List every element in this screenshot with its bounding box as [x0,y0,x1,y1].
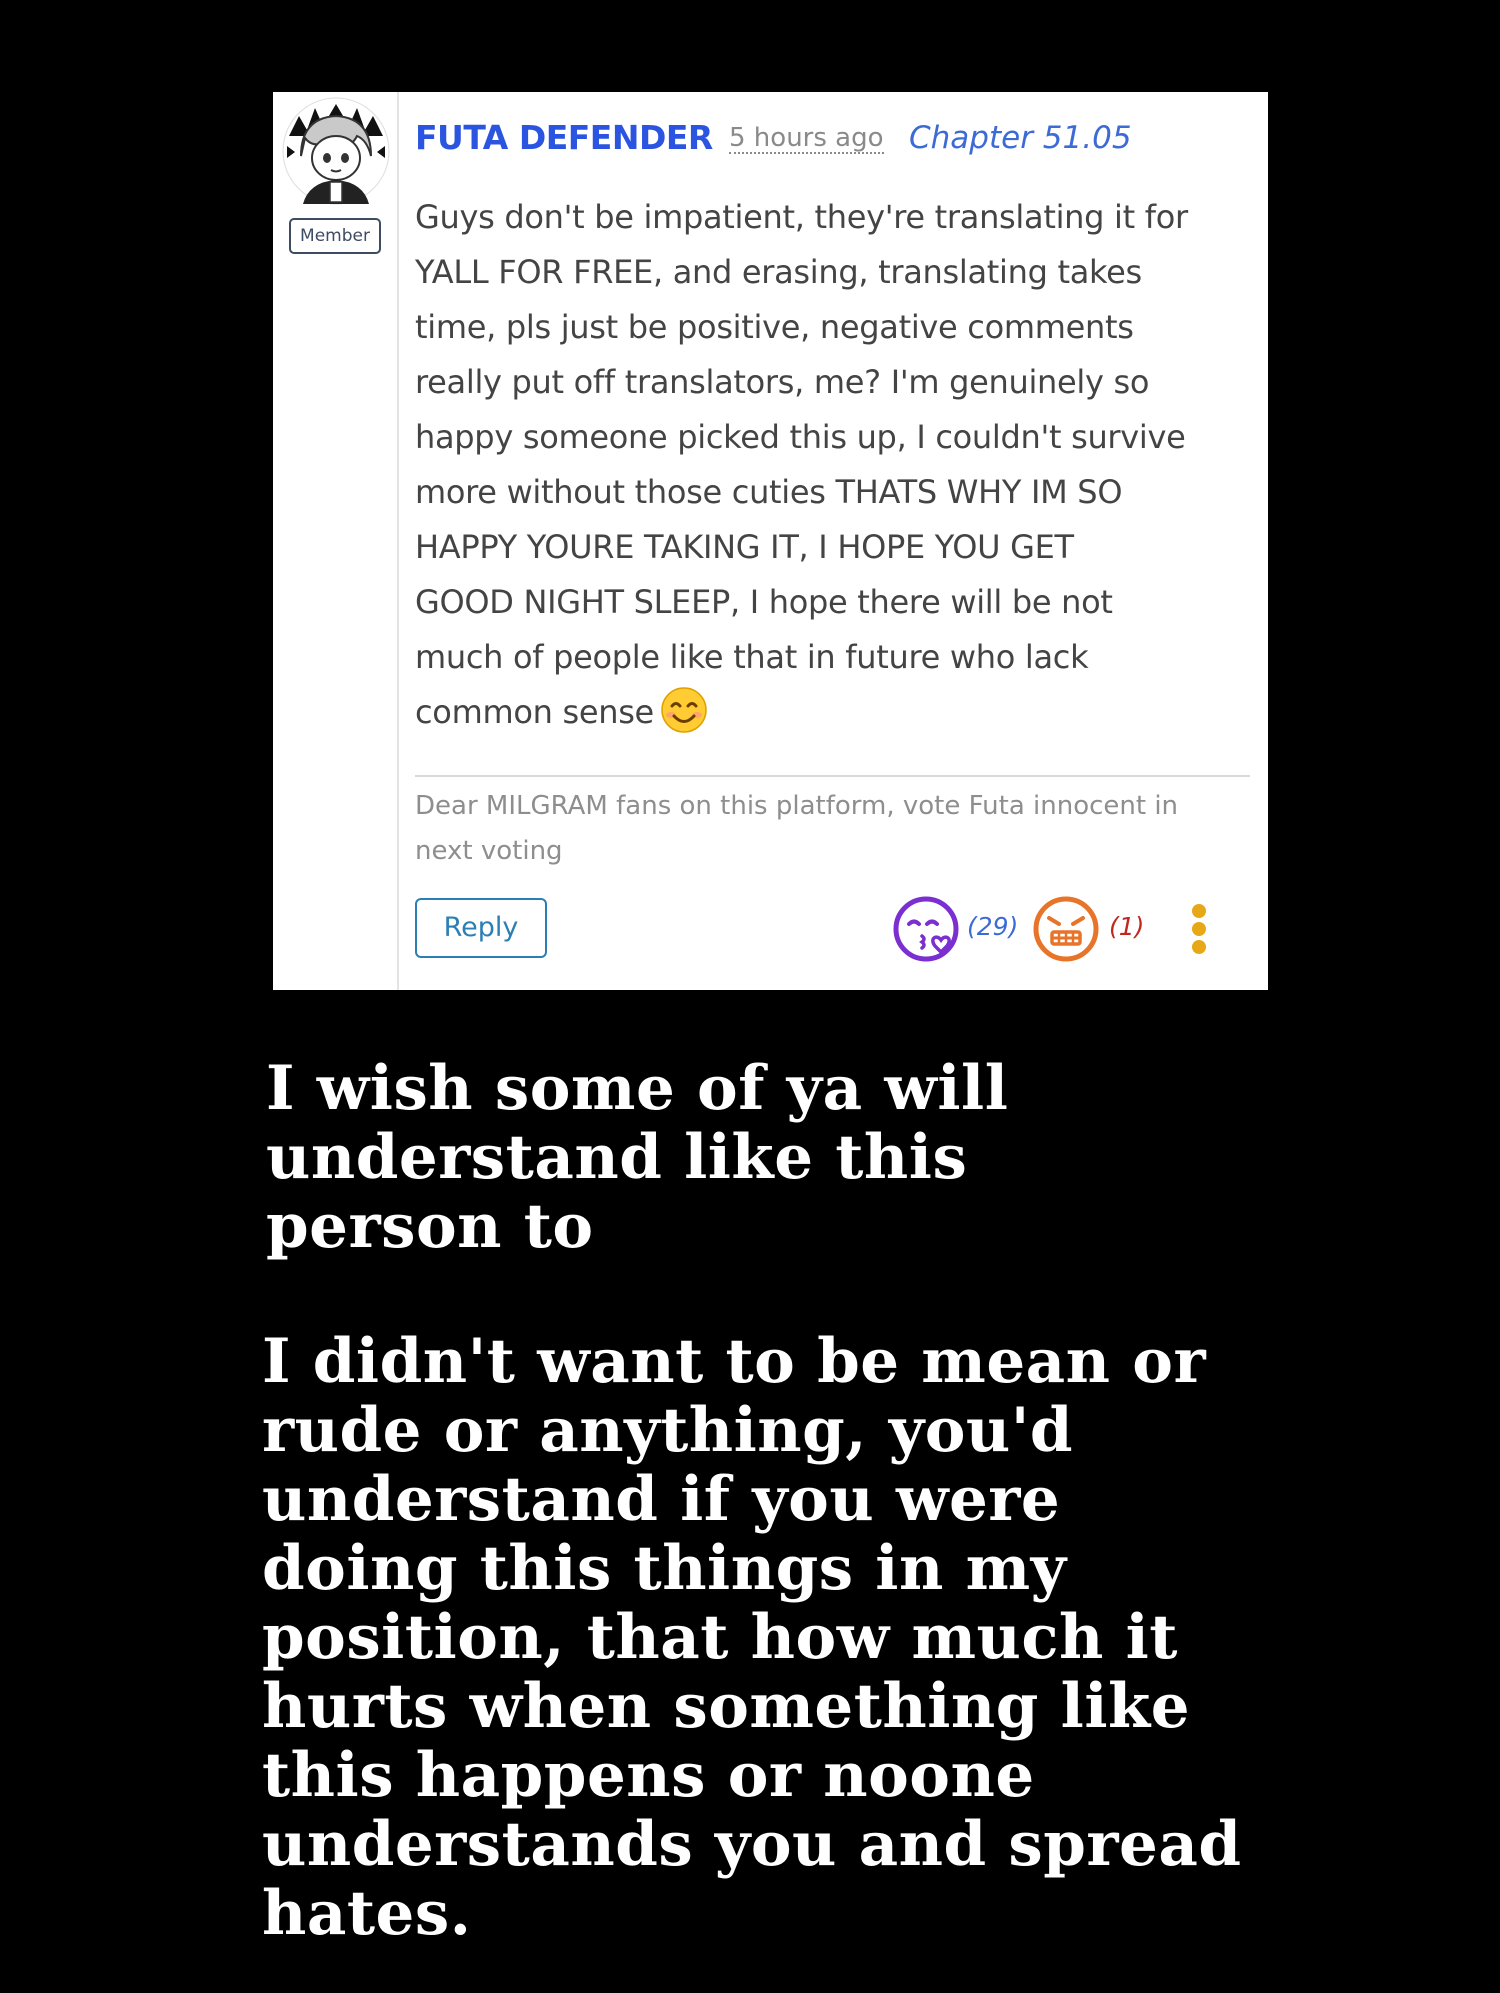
comment-line: Guys don't be impatient, they're transla… [415,198,1188,236]
comment-line: really put off translators, me? I'm genu… [415,363,1150,401]
caption-line: understand like this [266,1122,968,1193]
angry-face-icon [1033,896,1099,962]
love-reaction-count: (29) [967,912,1019,941]
dot [1192,904,1206,918]
caption-line: hates. [262,1878,472,1949]
comment-line: much of people like that in future who l… [415,638,1089,676]
signature-divider [415,775,1250,777]
caption-line: rude or anything, you'd [262,1395,1074,1466]
love-reaction-button[interactable]: (29) [893,894,1021,964]
caption-line: I didn't want to be mean or [262,1326,1207,1397]
reply-button[interactable]: Reply [415,898,547,958]
caption-line: I wish some of ya will [266,1053,1009,1124]
comment-timestamp: 5 hours ago [729,123,884,154]
comment-text: Guys don't be impatient, they're transla… [415,190,1250,740]
dot [1192,940,1206,954]
caption-line: person to [266,1191,594,1262]
comment-line: HAPPY YOURE TAKING IT, I HOPE YOU GET [415,528,1074,566]
angry-reaction-count: (1) [1109,912,1145,941]
reaction-bar: (29) (1) [893,894,1253,964]
caption-first: I wish some of ya will understand like t… [266,1054,1008,1261]
love-face-icon [893,896,959,962]
comment-line: more without those cuties THATS WHY IM S… [415,473,1123,511]
comment-line-last: common sense [415,685,1250,740]
user-avatar[interactable] [281,96,391,206]
angry-reaction-button[interactable]: (1) [1031,894,1161,964]
comment-line: common sense [415,693,654,731]
username-link[interactable]: FUTA DEFENDER [415,118,713,157]
caption-line: hurts when something like [262,1671,1191,1742]
caption-line: doing this things in my [262,1533,1067,1604]
comment-header: FUTA DEFENDER 5 hours ago Chapter 51.05 [415,118,1248,162]
comment-line: YALL FOR FREE, and erasing, translating … [415,253,1142,291]
signature-line: next voting [415,836,563,866]
comment-author-column: Member [273,92,399,990]
user-signature: Dear MILGRAM fans on this platform, vote… [415,784,1250,874]
caption-second: I didn't want to be mean or rude or anyt… [262,1327,1242,1948]
dot [1192,922,1206,936]
caption-line: understands you and spread [262,1809,1242,1880]
caption-line: position, that how much it [262,1602,1178,1673]
comment-line: happy someone picked this up, I couldn't… [415,418,1186,456]
caption-line: understand if you were [262,1464,1061,1535]
signature-line: Dear MILGRAM fans on this platform, vote… [415,791,1179,821]
comment-card: Member FUTA DEFENDER 5 hours ago Chapter… [273,92,1268,990]
smiling-face-emoji-icon [661,687,707,733]
caption-line: this happens or noone [262,1740,1035,1811]
chapter-link[interactable]: Chapter 51.05 [909,120,1132,156]
member-badge: Member [289,218,381,254]
comment-line: GOOD NIGHT SLEEP, I hope there will be n… [415,583,1113,621]
comment-line: time, pls just be positive, negative com… [415,308,1134,346]
vertical-dots-icon[interactable] [1189,904,1209,954]
